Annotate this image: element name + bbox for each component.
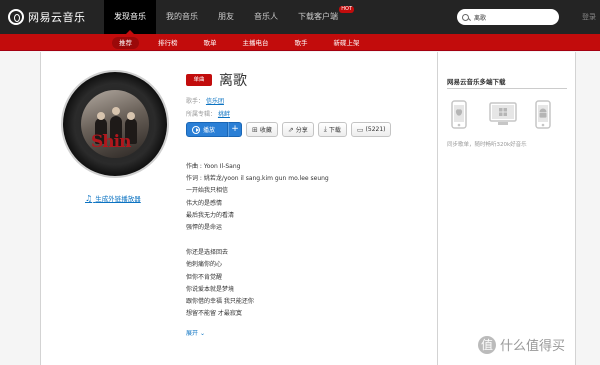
play-group: 播放 + xyxy=(186,122,242,137)
topnav-download-label: 下载客户端 xyxy=(298,12,338,21)
subnav-artists[interactable]: 歌手 xyxy=(288,37,315,49)
generate-player-label: 生成外链播放器 xyxy=(95,195,141,203)
android-platform-icon[interactable] xyxy=(532,100,554,130)
collect-label: 收藏 xyxy=(259,127,272,134)
play-label: 播放 xyxy=(203,127,216,134)
subnav-recommend[interactable]: 推荐 xyxy=(112,36,139,49)
download-label: 下载 xyxy=(328,127,341,134)
album-link[interactable]: 挑衅 xyxy=(218,111,230,118)
watermark-logo: 值 xyxy=(478,335,496,354)
topnav-musicians[interactable]: 音乐人 xyxy=(244,0,288,34)
download-sidebar: 网易云音乐多端下载 同步歌单，随时畅听320k好音乐 xyxy=(439,52,575,365)
chevron-down-icon: ⌄ xyxy=(199,330,205,337)
login-link[interactable]: 登录 xyxy=(582,12,596,22)
topnav-friends[interactable]: 朋友 xyxy=(208,0,244,34)
download-button[interactable]: ⤓ 下载 xyxy=(317,122,347,137)
album-cover: Shin xyxy=(81,90,149,158)
search-icon xyxy=(462,13,469,21)
cover-figure-head xyxy=(127,112,135,120)
lyric-gap xyxy=(186,234,406,247)
hot-badge: HOT xyxy=(339,6,354,13)
lyric-line: 但你不肯觉醒 xyxy=(186,273,223,281)
singer-label: 歌手： xyxy=(186,98,205,105)
lyric-line: 想留不能留 才最寂寞 xyxy=(186,310,242,318)
lyric-line: 你还是选择回去 xyxy=(186,249,229,257)
album-row: 所属专辑： 挑衅 xyxy=(186,109,230,118)
album-disc: Shin xyxy=(63,72,167,176)
ios-platform-icon[interactable] xyxy=(448,100,470,130)
lyric-line: 他刺痛你的心 xyxy=(186,261,223,269)
sidebar-note: 同步歌单，随时畅听320k好音乐 xyxy=(447,142,527,148)
single-badge: 单曲 xyxy=(186,74,212,86)
lyric-line: 作曲 : Yoon Il-Sang xyxy=(186,163,241,170)
lyric-line: 你说爱本就是梦境 xyxy=(186,285,235,293)
search-input[interactable] xyxy=(474,13,554,21)
cover-figure-head xyxy=(112,107,120,115)
comment-icon: ▭ xyxy=(356,125,364,134)
expand-label: 展开 xyxy=(186,330,199,337)
add-to-list-button[interactable]: + xyxy=(228,122,242,137)
lyric-line: 一开始我只相信 xyxy=(186,187,229,195)
app-logo[interactable]: 网易云音乐 xyxy=(8,9,86,25)
lyric-line: 强悍的是命运 xyxy=(186,223,223,231)
sub-nav: 推荐 排行榜 歌单 主播电台 歌手 新碟上架 xyxy=(0,34,600,51)
expand-lyrics-link[interactable]: 展开 ⌄ xyxy=(186,328,205,337)
sidebar-divider xyxy=(447,88,567,89)
lyric-line: 伟大的是感情 xyxy=(186,199,223,207)
share-label: 分享 xyxy=(295,127,308,134)
lyric-line: 跟你借的幸福 我只能还你 xyxy=(186,297,254,305)
lyrics: 作曲 : Yoon Il-Sang 作词 : 姚若龙/yoon il sang.… xyxy=(186,161,406,320)
subnav-radio[interactable]: 主播电台 xyxy=(236,37,276,49)
watermark: 值 什么值得买 xyxy=(478,335,565,354)
topnav-discover[interactable]: 发现音乐 xyxy=(104,0,156,34)
singer-link[interactable]: 信乐团 xyxy=(206,98,224,105)
netease-music-icon xyxy=(8,9,24,25)
topnav-my-music[interactable]: 我的音乐 xyxy=(156,0,208,34)
generate-player-link[interactable]: ♫ 生成外链播放器 xyxy=(85,193,141,203)
pc-platform-icon[interactable] xyxy=(488,100,518,130)
share-icon: ⇗ xyxy=(287,125,294,134)
share-button[interactable]: ⇗ 分享 xyxy=(281,122,314,137)
action-bar: 播放 + ⊞ 收藏 ⇗ 分享 ⤓ 下载 ▭ (5221) xyxy=(186,122,395,137)
song-detail-panel: Shin ♫ 生成外链播放器 单曲 离歌 歌手： 信乐团 所属专辑： 挑衅 播放… xyxy=(40,52,576,365)
singer-row: 歌手： 信乐团 xyxy=(186,96,224,105)
song-title: 离歌 xyxy=(219,73,247,89)
collect-button[interactable]: ⊞ 收藏 xyxy=(246,122,278,137)
top-nav: 发现音乐 我的音乐 朋友 音乐人 下载客户端 HOT xyxy=(104,0,354,34)
subnav-new-albums[interactable]: 新碟上架 xyxy=(327,37,367,49)
topnav-download-client[interactable]: 下载客户端 HOT xyxy=(288,0,354,34)
watermark-text: 什么值得买 xyxy=(500,339,566,354)
comment-count: (5221) xyxy=(365,126,386,133)
music-note-icon: ♫ xyxy=(85,194,93,203)
folder-plus-icon: ⊞ xyxy=(252,125,258,134)
song-main-column: Shin ♫ 生成外链播放器 单曲 离歌 歌手： 信乐团 所属专辑： 挑衅 播放… xyxy=(41,52,438,365)
lyric-line: 作词 : 姚若龙/yoon il sang.kim gun mo.lee seu… xyxy=(186,175,329,183)
top-bar: 网易云音乐 发现音乐 我的音乐 朋友 音乐人 下载客户端 HOT 登录 xyxy=(0,0,600,34)
subnav-playlists[interactable]: 歌单 xyxy=(197,37,224,49)
play-button[interactable]: 播放 xyxy=(186,122,228,137)
search-box[interactable] xyxy=(457,9,559,25)
cover-shin-logo: Shin xyxy=(91,132,131,152)
play-icon xyxy=(192,125,200,134)
cover-figure-head xyxy=(97,112,105,120)
subnav-charts[interactable]: 排行榜 xyxy=(151,37,185,49)
sidebar-title: 网易云音乐多端下载 xyxy=(447,78,506,86)
download-icon: ⤓ xyxy=(323,125,327,133)
app-brand: 网易云音乐 xyxy=(28,11,86,24)
album-label: 所属专辑： xyxy=(186,111,217,118)
comment-button[interactable]: ▭ (5221) xyxy=(350,122,392,137)
lyric-line: 最后我无力的看清 xyxy=(186,211,235,219)
